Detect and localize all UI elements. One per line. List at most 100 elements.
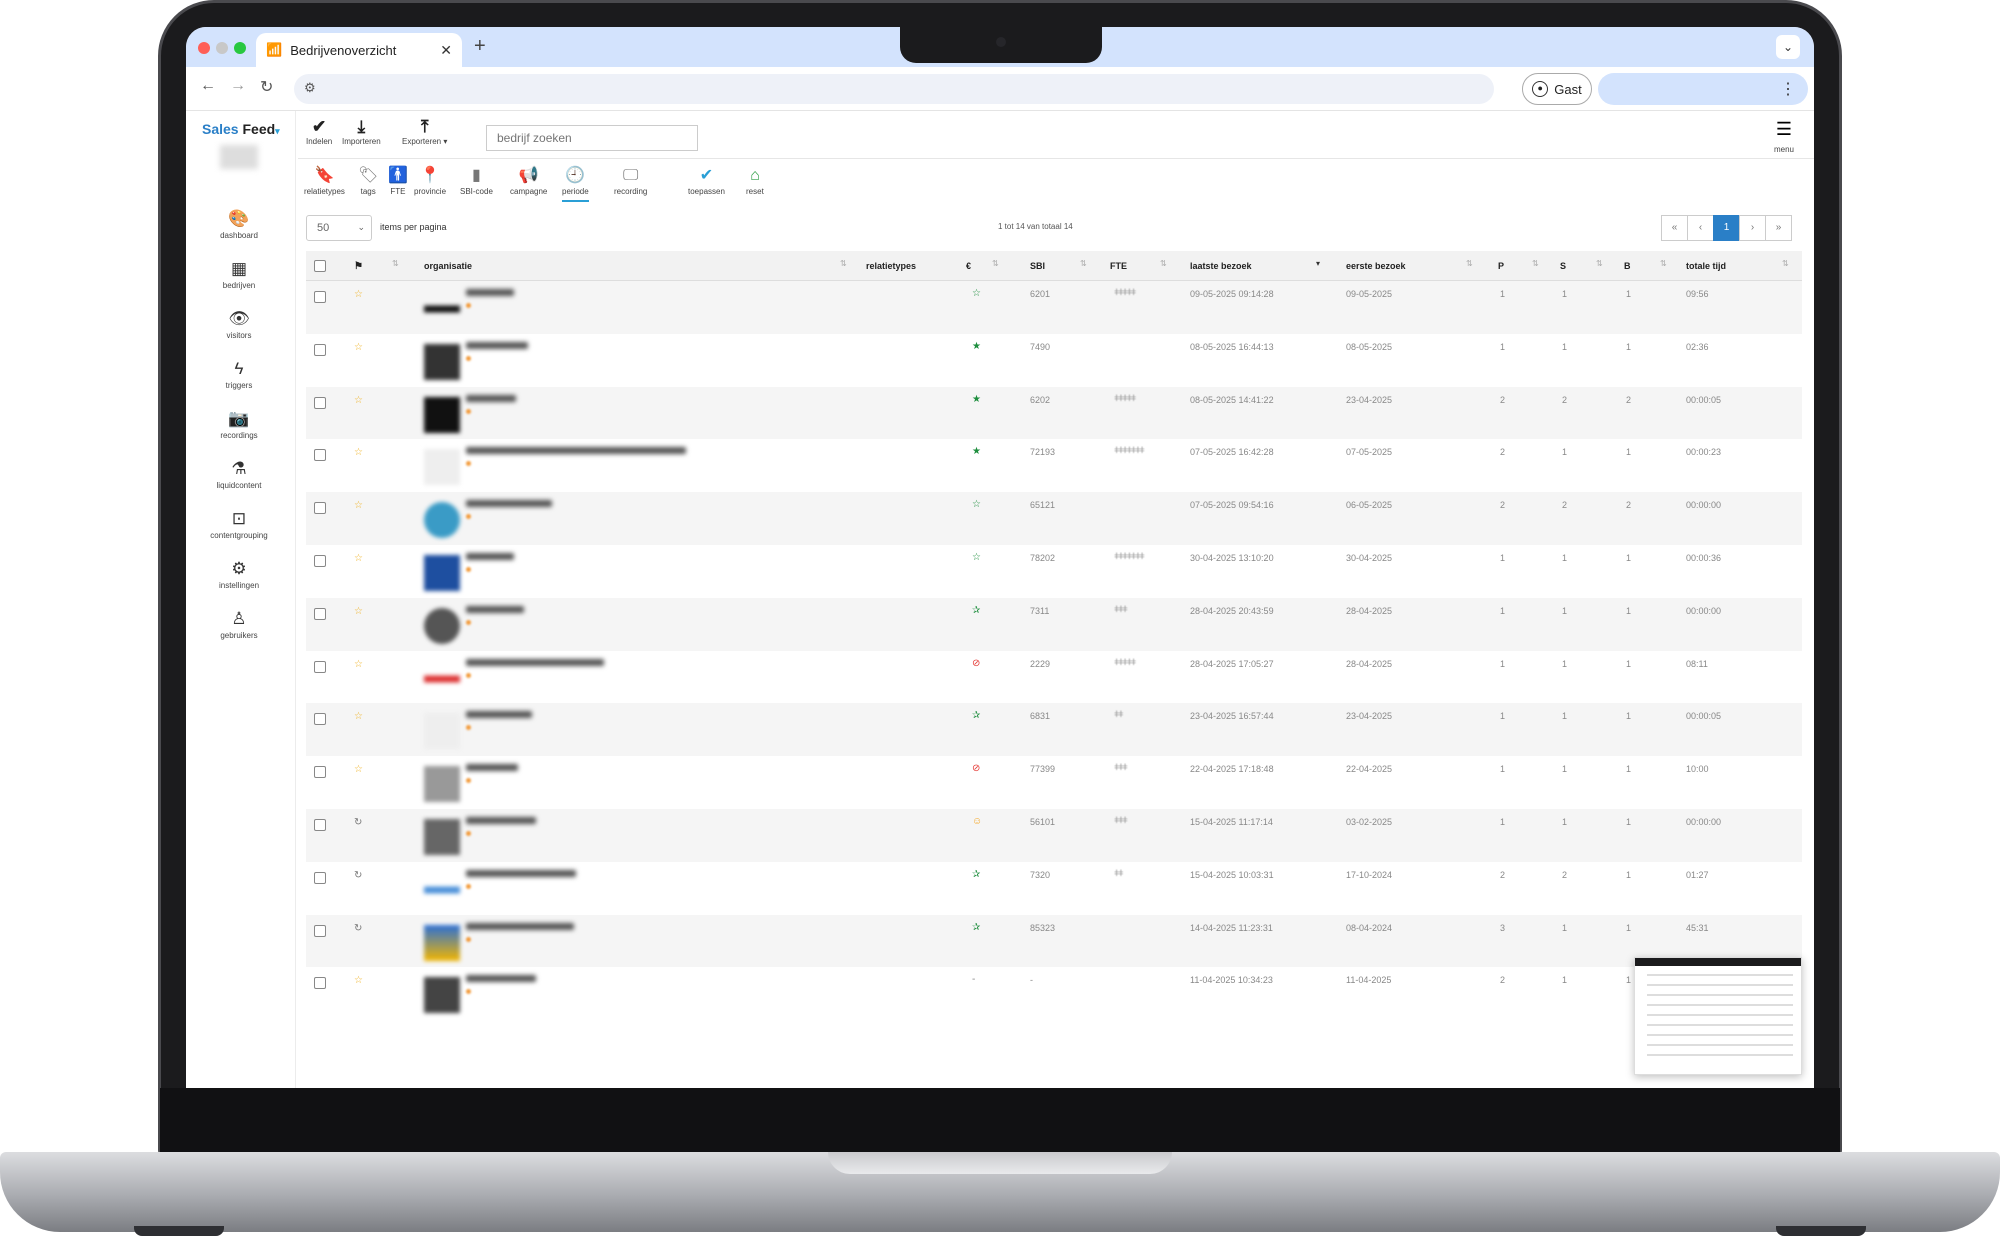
row-checkbox[interactable] <box>314 502 326 515</box>
relation-type-icon[interactable]: ☆ <box>972 552 981 563</box>
sidebar-item-contentgrouping[interactable]: ⊡ contentgrouping <box>186 509 292 540</box>
table-row[interactable]: ☆ ✰ 6831 ǂǂ 23-04-2025 16:57:44 23-04-2025 1 1 1… <box>306 703 1802 757</box>
row-checkbox[interactable] <box>314 343 326 356</box>
page-1-button[interactable]: 1 <box>1713 215 1740 241</box>
sort-icon[interactable]: ⇅ <box>1080 259 1087 268</box>
company-name-blurred[interactable] <box>466 500 552 508</box>
close-tab-icon[interactable]: ✕ <box>440 42 452 59</box>
site-settings-icon[interactable]: ⚙ <box>304 80 316 96</box>
flag-icon[interactable]: ↻ <box>354 923 362 934</box>
flag-icon[interactable]: ↻ <box>354 817 362 828</box>
col-p[interactable]: P <box>1498 261 1504 271</box>
company-name-blurred[interactable] <box>466 447 686 455</box>
prev-page-button[interactable]: ‹ <box>1687 215 1714 241</box>
sort-icon[interactable]: ⇅ <box>992 259 999 268</box>
close-window-button[interactable] <box>198 42 210 54</box>
col-s[interactable]: S <box>1560 261 1566 271</box>
relation-type-icon[interactable]: ☆ <box>972 288 981 299</box>
sort-icon[interactable]: ⇅ <box>1596 259 1603 268</box>
relation-type-icon[interactable]: ☺ <box>972 816 982 827</box>
company-name-blurred[interactable] <box>466 975 536 983</box>
relation-type-icon[interactable]: ⊘ <box>972 763 980 774</box>
table-row[interactable]: ☆ - - 11-04-2025 10:34:23 11-04-2025 2 1 1 <box>306 967 1802 1020</box>
company-name-blurred[interactable] <box>466 816 536 824</box>
row-checkbox[interactable] <box>314 291 326 303</box>
filter-periode[interactable]: 🕘 periode <box>562 167 589 202</box>
row-checkbox[interactable] <box>314 713 326 726</box>
flag-icon[interactable]: ☆ <box>354 764 363 775</box>
company-name-blurred[interactable] <box>466 764 518 772</box>
menu-button[interactable]: ☰ menu <box>1774 119 1794 157</box>
sidebar-item-triggers[interactable]: ϟ triggers <box>186 359 292 390</box>
flag-icon[interactable]: ☆ <box>354 711 363 722</box>
new-tab-button[interactable]: + <box>474 35 486 58</box>
row-checkbox[interactable] <box>314 924 326 937</box>
company-name-blurred[interactable] <box>466 289 514 296</box>
table-row[interactable]: ☆ ☆ 78202 ǂǂǂǂǂǂǂ 30-04-2025 13:10:20 30-04-2… <box>306 545 1802 598</box>
relation-type-icon[interactable]: ✰ <box>972 710 980 721</box>
row-checkbox[interactable] <box>314 396 326 409</box>
relation-type-icon[interactable]: ★ <box>972 446 981 457</box>
sort-icon[interactable]: ⇅ <box>1466 259 1473 268</box>
col-euro[interactable]: € <box>966 261 971 271</box>
filter-provincie[interactable]: 📍 provincie <box>414 167 446 196</box>
col-fte[interactable]: FTE <box>1110 261 1127 271</box>
items-per-page-select[interactable]: 50 ⌄ <box>306 215 372 241</box>
company-name-blurred[interactable] <box>466 394 516 402</box>
profile-button[interactable]: ● Gast <box>1522 73 1592 105</box>
indelen-button[interactable]: ✔ Indelen <box>306 117 332 146</box>
flag-column-icon[interactable]: ⚑ <box>354 261 363 272</box>
reset-button[interactable]: ⌂ reset <box>746 167 764 196</box>
toepassen-button[interactable]: ✔ toepassen <box>688 167 725 196</box>
filter-relatietypes[interactable]: 🔖 relatietypes <box>304 167 345 196</box>
reload-icon[interactable]: ↻ <box>260 77 273 97</box>
salesfeed-logo[interactable]: Sales Feed▾ <box>202 121 280 137</box>
flag-icon[interactable]: ☆ <box>354 289 363 300</box>
sort-icon[interactable]: ⇅ <box>1782 259 1789 268</box>
more-menu-icon[interactable]: ⋮ <box>1780 79 1796 99</box>
row-checkbox[interactable] <box>314 449 326 462</box>
relation-type-icon[interactable]: ✰ <box>972 922 980 933</box>
relation-type-icon[interactable]: ★ <box>972 394 981 405</box>
row-checkbox[interactable] <box>314 607 326 620</box>
flag-icon[interactable]: ☆ <box>354 975 363 986</box>
flag-icon[interactable]: ☆ <box>354 447 363 458</box>
sidebar-item-gebruikers[interactable]: ♙ gebruikers <box>186 609 292 640</box>
sort-icon[interactable]: ⇅ <box>840 259 847 268</box>
last-page-button[interactable]: » <box>1765 215 1792 241</box>
company-name-blurred[interactable] <box>466 341 528 349</box>
flag-icon[interactable]: ☆ <box>354 606 363 617</box>
sort-desc-icon[interactable]: ▾ <box>1316 259 1320 268</box>
col-eerste-bezoek[interactable]: eerste bezoek <box>1346 261 1406 271</box>
row-checkbox[interactable] <box>314 818 326 831</box>
row-checkbox[interactable] <box>314 766 326 779</box>
table-row[interactable]: ☆ ⊘ 2229 ǂǂǂǂǂ 28-04-2025 17:05:27 28-04-2025… <box>306 651 1802 704</box>
filter-recording[interactable]: 🖵 recording <box>614 167 647 196</box>
sort-icon[interactable]: ⇅ <box>1660 259 1667 268</box>
table-row[interactable]: ☆ ✰ 7311 ǂǂǂ 28-04-2025 20:43:59 28-04-2025 1 1… <box>306 597 1802 651</box>
tab-search-button[interactable]: ⌄ <box>1776 35 1800 59</box>
col-relatietypes[interactable]: relatietypes <box>866 261 916 271</box>
flag-icon[interactable]: ↻ <box>354 870 362 881</box>
zoom-window-button[interactable] <box>234 42 246 54</box>
table-row[interactable]: ↻ ✰ 85323 14-04-2025 11:23:31 08-04-2024 3 1 1 4… <box>306 914 1802 968</box>
next-page-button[interactable]: › <box>1739 215 1766 241</box>
sort-icon[interactable]: ⇅ <box>392 259 399 268</box>
table-row[interactable]: ☆ ☆ 65121 07-05-2025 09:54:16 06-05-2025 2 2 2 0… <box>306 492 1802 545</box>
relation-type-icon[interactable]: - <box>972 974 975 985</box>
address-bar[interactable]: ⚙ <box>294 74 1494 104</box>
sort-icon[interactable]: ⇅ <box>1532 259 1539 268</box>
flag-icon[interactable]: ☆ <box>354 500 363 511</box>
relation-type-icon[interactable]: ✰ <box>972 605 980 616</box>
minimize-window-button[interactable] <box>216 42 228 54</box>
sort-icon[interactable]: ⇅ <box>1160 259 1167 268</box>
filter-sbi-code[interactable]: ▮ SBI-code <box>460 167 493 196</box>
sidebar-item-instellingen[interactable]: ⚙ instellingen <box>186 559 292 590</box>
filter-campagne[interactable]: 📢 campagne <box>510 167 547 196</box>
flag-icon[interactable]: ☆ <box>354 342 363 353</box>
back-icon[interactable]: ← <box>200 77 216 95</box>
sidebar-item-bedrijven[interactable]: ▦ bedrijven <box>186 259 292 290</box>
table-row[interactable]: ↻ ☺ 56101 ǂǂǂ 15-04-2025 11:17:14 03-02-2025 1… <box>306 808 1802 862</box>
row-checkbox[interactable] <box>314 871 326 884</box>
company-name-blurred[interactable] <box>466 605 524 613</box>
